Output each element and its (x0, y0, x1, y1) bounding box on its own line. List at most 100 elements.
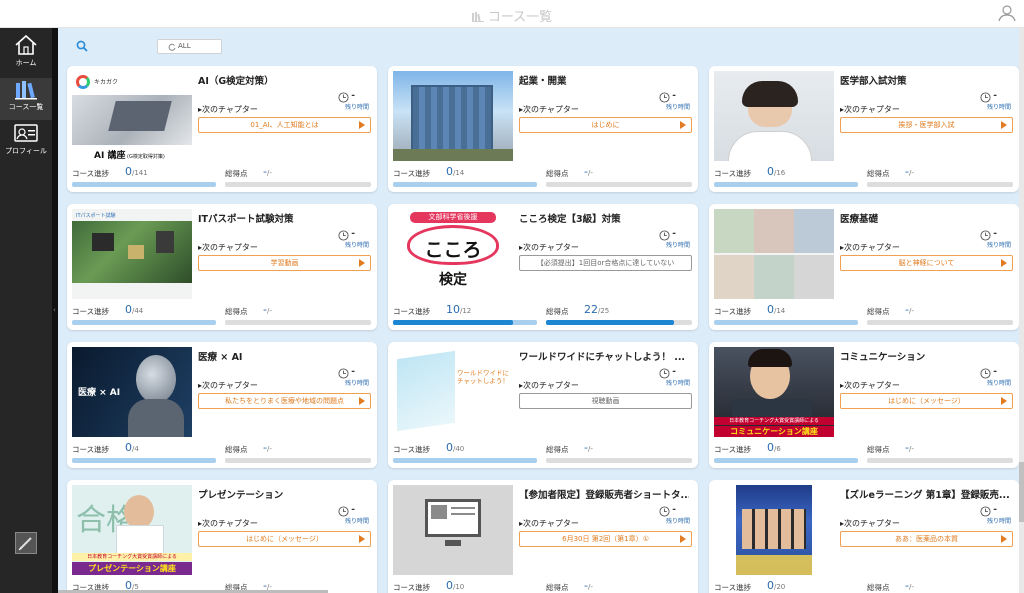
course-card[interactable]: キカガク AI 講座 (G検定取得対策) AI（G検定対策） - 残り時間 ▸次… (67, 66, 377, 192)
course-title[interactable]: プレゼンテーション (198, 487, 368, 501)
next-chapter-button[interactable]: はじめに（メッセージ） (198, 531, 371, 547)
remaining-time-label: 残り時間 (665, 242, 690, 249)
sidebar-collapse-handle[interactable]: ‹ (52, 28, 58, 593)
remaining-time-value: - (351, 91, 355, 101)
course-thumbnail[interactable] (714, 209, 834, 299)
progress-label: コース進捗 (72, 445, 110, 454)
progress-bar (714, 458, 858, 463)
next-chapter-button[interactable]: はじめに (519, 117, 692, 133)
thumb-sub: 検定 (439, 272, 467, 288)
user-icon[interactable] (998, 4, 1016, 22)
course-thumbnail[interactable] (714, 71, 834, 161)
course-card[interactable]: 合格 日本教育コーチング大賞受賞講師による プレゼンテーション講座 プレゼンテー… (67, 480, 377, 593)
remaining-time-label: 残り時間 (986, 104, 1011, 111)
next-chapter-button[interactable]: 6月30日 第2回（第1章）① (519, 531, 692, 547)
thumb-caption: プレゼンテーション講座 (72, 562, 192, 575)
score-label: 総得点 (546, 169, 569, 178)
course-thumbnail[interactable]: 合格 日本教育コーチング大賞受賞講師による プレゼンテーション講座 (72, 485, 192, 575)
course-title[interactable]: ワールドワイドにチャットしよう！ ... (519, 349, 689, 363)
course-card[interactable]: 起業・開業 - 残り時間 ▸次のチャプター はじめに コース進捗 0/14 総得… (388, 66, 698, 192)
course-card[interactable]: ITパスポート試験 ITパスポート試験対策 - 残り時間 ▸次のチャプター 学習… (67, 204, 377, 330)
course-thumbnail[interactable] (714, 485, 834, 575)
course-title[interactable]: 医療基礎 (840, 211, 1010, 225)
progress-value: 0/4 (125, 441, 139, 454)
edit-icon[interactable] (15, 532, 37, 554)
course-card[interactable]: 【参加者限定】登録販売者ショートタ... - 残り時間 ▸次のチャプター 6月3… (388, 480, 698, 593)
course-thumbnail[interactable]: 文部科学省後援 こころ 検定 (393, 209, 513, 299)
next-chapter-button[interactable]: 【必須提出】1回目or合格点に達していない (519, 255, 692, 271)
sidebar-item-courses[interactable]: コース一覧 (0, 78, 52, 120)
course-title[interactable]: AI（G検定対策） (198, 73, 368, 87)
course-title[interactable]: こころ検定【3級】対策 (519, 211, 689, 225)
next-chapter-label: ▸次のチャプター (840, 381, 900, 390)
chapter-name: はじめに (591, 121, 620, 129)
filter-label: ALL (178, 42, 191, 50)
next-chapter-button[interactable]: ああ：医薬品の本質 (840, 531, 1013, 547)
sidebar-item-profile[interactable]: プロフィール (0, 122, 52, 164)
thumb-caption: 医療 × AI (78, 388, 121, 398)
progress-value: 0/14 (446, 165, 465, 178)
next-chapter-button[interactable]: 視聴動画 (519, 393, 692, 409)
course-card[interactable]: 医学部入試対策 - 残り時間 ▸次のチャプター 挨拶・医学部入試 コース進捗 0… (709, 66, 1019, 192)
next-chapter-button[interactable]: 脳と神経について (840, 255, 1013, 271)
next-chapter-button[interactable]: 挨拶・医学部入試 (840, 117, 1013, 133)
next-chapter-button[interactable]: 学習動画 (198, 255, 371, 271)
course-card[interactable]: 医療 × AI 医療 × AI - 残り時間 ▸次のチャプター 私たちをとりまく… (67, 342, 377, 468)
progress-label: コース進捗 (393, 583, 431, 592)
course-title[interactable]: 【参加者限定】登録販売者ショートタ... (519, 487, 689, 501)
score-bar (225, 182, 371, 187)
remaining-time-label: 残り時間 (665, 380, 690, 387)
course-card[interactable]: 医療基礎 - 残り時間 ▸次のチャプター 脳と神経について コース進捗 0/14… (709, 204, 1019, 330)
score-bar (546, 458, 692, 463)
next-chapter-button[interactable]: 01_AI、人工知能とは (198, 117, 371, 133)
filter-dropdown[interactable]: ALL (157, 39, 222, 54)
remaining-time-value: - (672, 229, 676, 239)
score-value: -/- (584, 441, 593, 454)
score-bar (867, 182, 1013, 187)
course-thumbnail[interactable]: 医療 × AI (72, 347, 192, 437)
course-thumbnail[interactable]: キカガク AI 講座 (G検定取得対策) (72, 71, 192, 161)
progress-value: 0/44 (125, 303, 144, 316)
thumb-caption: コミュニケーション講座 (714, 426, 834, 437)
sidebar-item-label: プロフィール (5, 147, 47, 155)
progress-value: 0/141 (125, 165, 148, 178)
course-title[interactable]: 【ズルeラーニング 第1章】登録販売... (840, 487, 1010, 501)
search-icon[interactable] (76, 40, 88, 52)
progress-value: 0/40 (446, 441, 465, 454)
progress-fill (393, 320, 513, 325)
progress-value: 0/10 (446, 579, 465, 592)
course-card[interactable]: 日本教育コーチング大賞受賞講師による コミュニケーション講座 コミュニケーション… (709, 342, 1019, 468)
score-label: 総得点 (867, 583, 890, 592)
course-card[interactable]: ワールドワイドに チャットしよう！ ワールドワイドにチャットしよう！ ... -… (388, 342, 698, 468)
course-title[interactable]: 医学部入試対策 (840, 73, 1010, 87)
course-thumbnail[interactable]: 日本教育コーチング大賞受賞講師による コミュニケーション講座 (714, 347, 834, 437)
scrollbar-thumb[interactable] (1019, 462, 1024, 522)
course-thumbnail[interactable] (393, 485, 513, 575)
chapter-name: 【必須提出】1回目or合格点に達していない (536, 259, 675, 267)
course-thumbnail[interactable]: ワールドワイドに チャットしよう！ (393, 347, 513, 437)
course-thumbnail[interactable] (393, 71, 513, 161)
score-label: 総得点 (546, 307, 569, 316)
score-label: 総得点 (225, 445, 248, 454)
score-value: -/- (905, 579, 914, 592)
course-title[interactable]: ITパスポート試験対策 (198, 211, 368, 225)
progress-bar (714, 182, 858, 187)
course-title[interactable]: 起業・開業 (519, 73, 689, 87)
course-card[interactable]: 【ズルeラーニング 第1章】登録販売... - 残り時間 ▸次のチャプター ああ… (709, 480, 1019, 593)
page-title-text: コース一覧 (487, 10, 553, 25)
course-title[interactable]: 医療 × AI (198, 349, 368, 363)
course-title[interactable]: コミュニケーション (840, 349, 1010, 363)
score-bar (546, 320, 692, 325)
course-thumbnail[interactable]: ITパスポート試験 (72, 209, 192, 299)
play-icon (359, 121, 365, 129)
sidebar-item-home[interactable]: ホーム (0, 34, 52, 76)
course-card[interactable]: 文部科学省後援 こころ 検定 こころ検定【3級】対策 - 残り時間 ▸次のチャプ… (388, 204, 698, 330)
thumb-caption: AI 講座 (G検定取得対策) (94, 151, 165, 161)
next-chapter-button[interactable]: 私たちをとりまく医療や地域の問題点 (198, 393, 371, 409)
progress-value: 10/12 (446, 303, 472, 316)
thumb-caption: ワールドワイドに チャットしよう！ (457, 369, 509, 385)
score-value: -/- (263, 303, 272, 316)
next-chapter-label: ▸次のチャプター (840, 243, 900, 252)
score-value: -/- (263, 441, 272, 454)
next-chapter-button[interactable]: はじめに（メッセージ） (840, 393, 1013, 409)
